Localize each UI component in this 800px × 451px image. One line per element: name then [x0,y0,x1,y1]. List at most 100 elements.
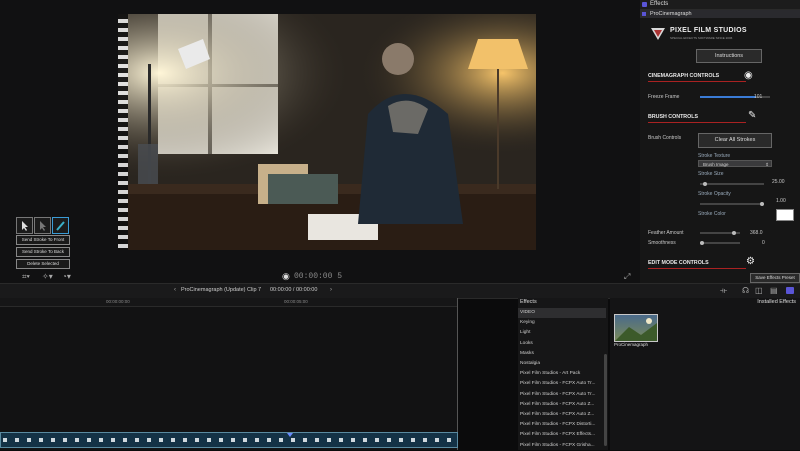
effects-category-item[interactable]: Nostalgia [518,359,606,369]
save-effects-preset-button[interactable]: Save Effects Preset [750,273,800,283]
brush-controls-heading: BRUSH CONTROLS [648,114,699,120]
effects-category-item[interactable]: Pixel Film Studios - FCPX Auto Z... [518,400,606,410]
effects-icon [642,2,647,7]
stroke-opacity-slider[interactable] [700,202,764,206]
effects-category-item[interactable]: Pixel Film Studios - FCPX Auto Z... [518,410,606,420]
effects-category-item[interactable]: Masks [518,349,606,359]
timeline-clip[interactable] [0,432,458,448]
select-arrow-icon[interactable] [16,217,33,234]
cinemagraph-controls-heading: CINEMAGRAPH CONTROLS [648,73,720,79]
freeze-frame-label: Freeze Frame [648,94,680,100]
effect-tile-thumbnail[interactable] [614,314,658,342]
stroke-size-slider[interactable] [700,182,764,186]
gear-icon[interactable]: ⚙ [746,256,755,267]
effects-category-item[interactable]: Pixel Film Studios - Art Pack [518,369,606,379]
stroke-color-swatch[interactable] [776,209,794,221]
smoothness-value[interactable]: 0 [762,240,765,246]
list-scrollbar[interactable] [604,354,607,446]
send-stroke-to-back-button[interactable]: Send Stroke To Back [16,247,70,257]
fullscreen-icon[interactable]: ⤢ [624,272,630,282]
effects-category-item[interactable]: Pixel Film Studios - FCPX Auto Tr... [518,379,606,389]
clip-duration: 00:00:00 / 00:00:00 [270,287,318,293]
skimming-icon[interactable]: ⟛ [720,286,727,296]
send-stroke-to-front-button[interactable]: Send Stroke To Front [16,235,70,245]
feather-amount-slider[interactable] [700,231,740,235]
stroke-size-value[interactable]: 25.00 [772,179,785,185]
ruler-tick-label: 00:00:00:00 [106,299,130,304]
effects-category-item[interactable]: Pixel Film Studios - FCPX Grisha... [518,441,606,451]
effects-category-item[interactable]: VIDEO [518,308,606,318]
effects-category-list: Effects VIDEO Keying Light Looks Masks Nostal… [518,298,608,450]
effects-browser-icon[interactable] [786,287,794,294]
brush-controls-label: Brush Controls [648,135,682,141]
smoothness-label: Smoothness [648,240,676,246]
transform-icon[interactable]: ✧▾ [42,272,53,281]
section-rule [648,122,746,123]
snapping-icon[interactable]: ◫ [755,286,763,295]
crop-icon[interactable]: ⌗▾ [22,272,30,282]
effects-category-item[interactable]: Pixel Film Studios - FCPX Distorti... [518,420,606,430]
eye-icon[interactable]: ◉ [744,70,753,81]
viewer: Send Stroke To Front Send Stroke To Back… [0,0,640,283]
ruler-tick-label: 00:00:05:00 [284,299,308,304]
effects-category-item[interactable]: Pixel Film Studios - FCPX Auto Tr... [518,390,606,400]
brand-logo: PIXEL FILM STUDIOS SPECIAL EFFECTS SOFTW… [648,26,792,42]
video-frame-image [118,14,536,250]
viewer-controls: ⌗▾ ✧▾ ◔▾ ◉ 00:00:00 5 ⤢ [0,270,640,284]
timeline[interactable]: 00:00:00:00 00:00:05:00 [0,298,458,450]
pointer-icon[interactable] [34,217,51,234]
stroke-opacity-label: Stroke Opacity [698,191,731,197]
paintbrush-icon: ✎ [748,110,757,121]
effect-name: ProCinemagraph [650,11,692,17]
timeline-ruler[interactable]: 00:00:00:00 00:00:05:00 [0,298,458,307]
effect-name-bar: ProCinemagraph [640,10,800,18]
effect-enable-checkbox[interactable] [642,12,646,16]
inspector-header: Effects [640,0,800,10]
stroke-size-label: Stroke Size [698,171,724,177]
feather-amount-value[interactable]: 368.0 [750,230,763,236]
installed-effects-grid: Installed Effects ProCinemagraph [610,298,800,450]
clip-appearance-icon[interactable]: ▤ [770,286,778,295]
brush-tool-panel: Send Stroke To Front Send Stroke To Back… [16,217,70,271]
stroke-opacity-value[interactable]: 1.00 [776,198,786,204]
pixel-film-logo-icon [651,28,665,40]
clip-filmstrip-thumbnails [1,433,457,447]
effects-category-item[interactable]: Light [518,328,606,338]
installed-effects-header: Installed Effects [757,299,796,305]
edit-mode-controls-heading: EDIT MODE CONTROLS [648,260,709,266]
smoothness-slider[interactable] [700,241,740,245]
brush-icon[interactable] [52,217,69,234]
stroke-texture-value: Brush Image [703,162,729,167]
section-rule [648,81,746,82]
brand-name: PIXEL FILM STUDIOS [670,27,747,34]
effect-tile-label: ProCinemagraph [614,342,649,347]
chevron-right-icon[interactable]: › [330,287,332,293]
audio-icon[interactable]: ☊ [742,286,749,295]
freeze-frame-value[interactable]: 101 [754,94,762,100]
effects-category-item[interactable]: Keying [518,318,606,328]
delete-selected-button[interactable]: Delete Selected [16,259,70,269]
chevron-left-icon[interactable]: ‹ [174,287,176,293]
timeline-header-bar: ‹ ProCinemagraph (Update) Clip 7 00:00:0… [0,283,800,299]
effects-category-item[interactable]: Looks [518,339,606,349]
stroke-color-label: Stroke Color [698,211,726,217]
instructions-button[interactable]: Instructions [696,49,762,63]
inspector-title: Effects [650,1,669,7]
effects-browser-header: Effects [520,299,537,305]
video-frame[interactable] [118,14,536,250]
timeline-end-marker [457,298,458,450]
clear-all-strokes-button[interactable]: Clear All Strokes [698,133,772,148]
speed-icon[interactable]: ◔▾ [62,272,71,281]
select-arrows-icon: ⇕ [765,162,769,167]
feather-amount-label: Feather Amount [648,230,684,236]
section-rule [648,268,746,269]
inspector-panel: Effects ProCinemagraph PIXEL FILM STUDIO… [640,0,800,283]
film-sprocket-border [118,14,128,250]
play-icon[interactable]: ◉ [282,271,290,282]
stroke-texture-select[interactable]: Brush Image ⇕ [698,160,772,167]
stroke-texture-label: Stroke Texture [698,153,731,159]
brand-tagline: SPECIAL EFFECTS SOFTWARE SINCE 2006 [670,36,733,40]
effects-category-item[interactable]: Pixel Film Studios - FCPX Effects... [518,430,606,440]
timecode-display: 00:00:00 5 [294,272,343,281]
clip-name: ProCinemagraph (Update) Clip 7 [181,287,262,293]
